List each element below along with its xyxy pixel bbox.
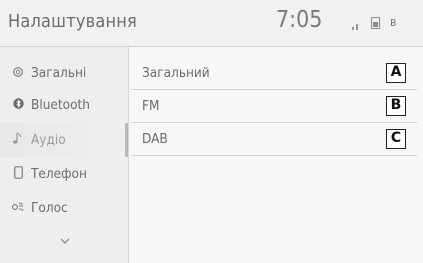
sidebar-item-audio[interactable]: Аудіо — [0, 123, 128, 157]
audio-settings-list: Загальний A FM B DAB C — [129, 47, 423, 263]
sidebar-item-label: Загальні — [31, 65, 87, 81]
gear-icon — [7, 66, 29, 81]
sidebar-item-label: Голос — [31, 200, 68, 216]
list-item-label: FM — [142, 98, 160, 114]
page-title: Налаштування — [8, 11, 137, 32]
battery-icon — [371, 17, 380, 29]
callout-marker: A — [386, 63, 406, 83]
divider — [131, 155, 417, 156]
header-bar: Налаштування 7:05 ʙ — [0, 0, 423, 47]
callout-marker: C — [386, 129, 406, 149]
list-item-dab[interactable]: DAB C — [129, 122, 423, 156]
sidebar-item-general[interactable]: Загальні — [0, 56, 128, 90]
music-note-icon — [7, 132, 29, 148]
list-item-general[interactable]: Загальний A — [129, 56, 423, 90]
chevron-down-icon[interactable] — [58, 233, 72, 247]
sidebar-item-bluetooth[interactable]: Bluetooth — [0, 88, 128, 122]
sidebar-item-label: Аудіо — [31, 132, 66, 148]
clock: 7:05 — [276, 7, 323, 33]
voice-icon — [7, 201, 29, 216]
settings-screen: Налаштування 7:05 ʙ Загальні Bluetooth А… — [0, 0, 423, 263]
sidebar-item-phone[interactable]: Телефон — [0, 157, 128, 191]
sidebar-item-label: Bluetooth — [31, 97, 90, 113]
list-item-label: DAB — [142, 131, 168, 147]
phone-icon — [7, 166, 29, 182]
sidebar-item-voice[interactable]: Голос — [0, 191, 128, 225]
settings-sidebar: Загальні Bluetooth Аудіо Телефон Голос — [0, 47, 129, 263]
signal-icon — [352, 16, 362, 30]
sidebar-item-label: Телефон — [31, 166, 87, 182]
callout-marker: B — [386, 96, 406, 116]
bluetooth-icon: ʙ — [390, 15, 397, 29]
list-item-fm[interactable]: FM B — [129, 89, 423, 123]
bluetooth-icon — [7, 98, 29, 112]
list-item-label: Загальний — [142, 65, 210, 81]
